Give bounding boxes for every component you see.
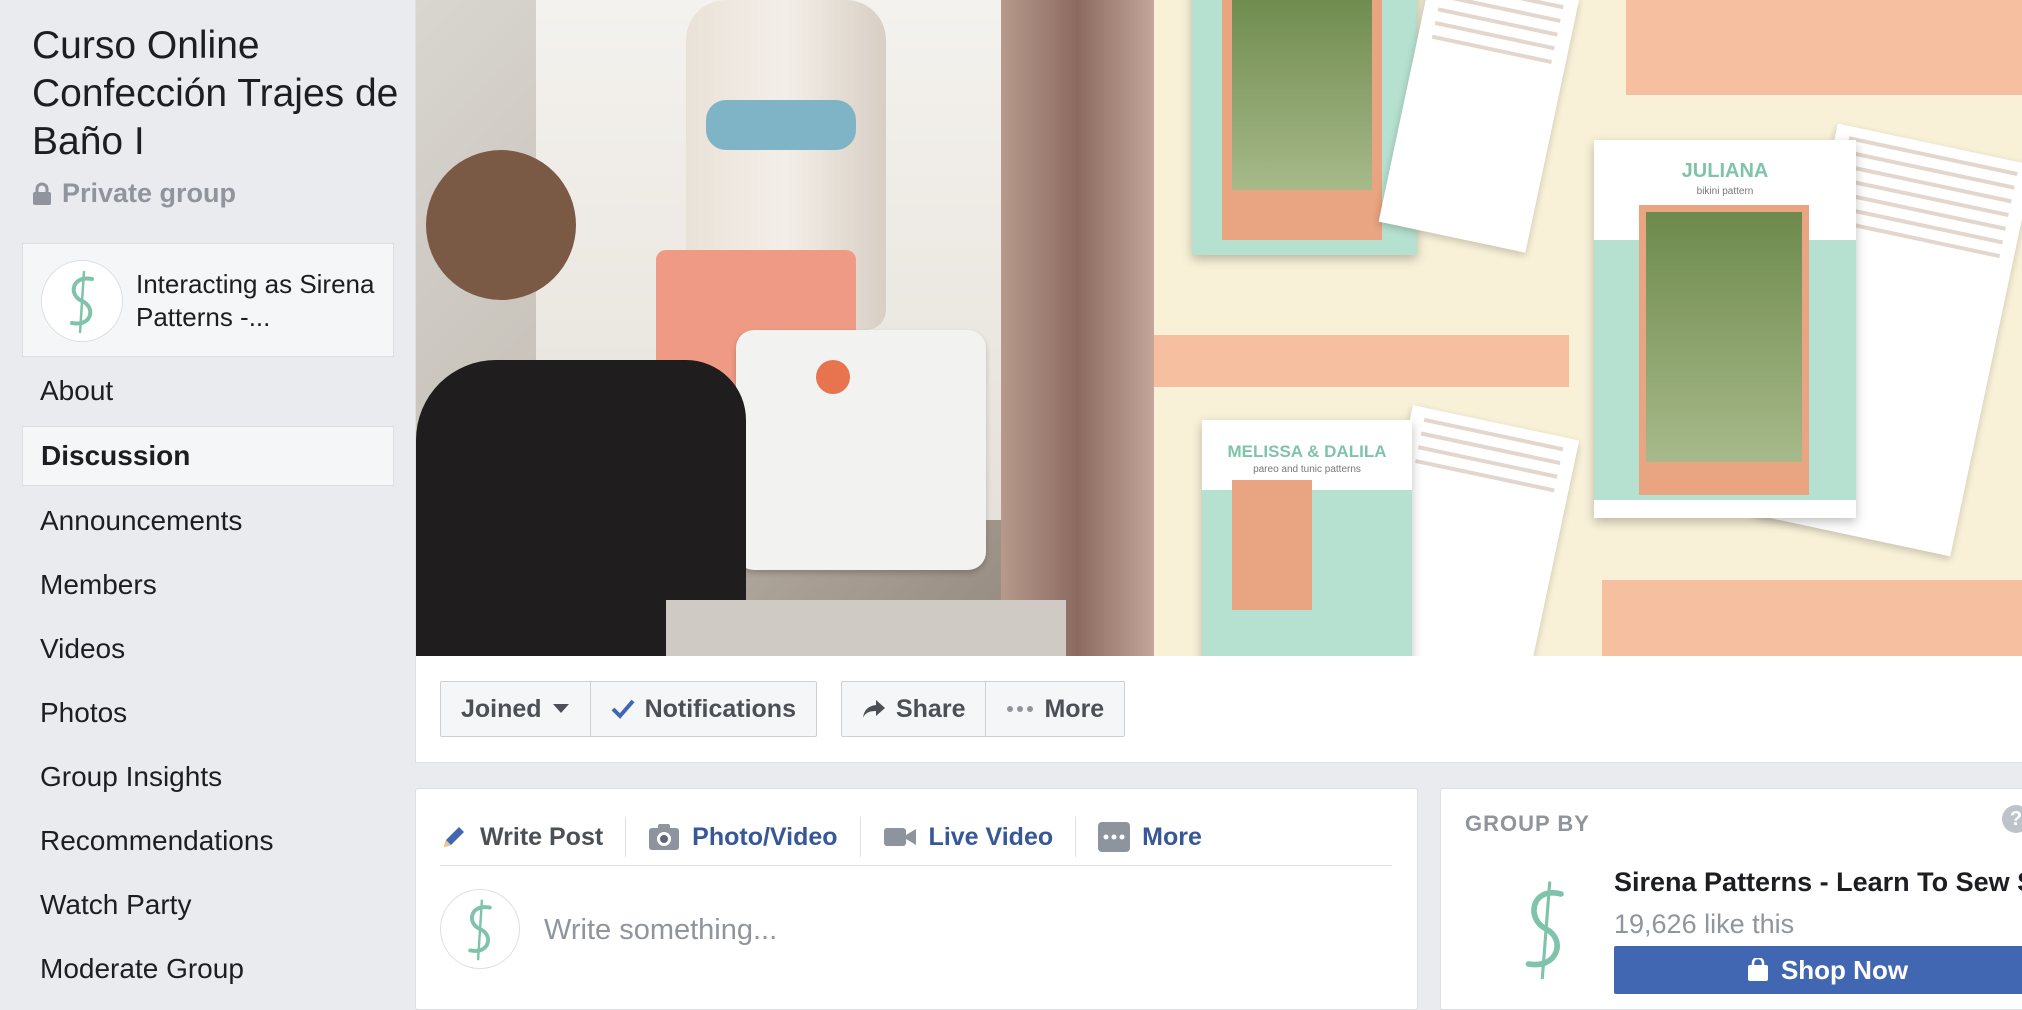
tab-write-post[interactable]: Write Post: [440, 817, 627, 857]
sirena-logo-icon: [468, 899, 492, 961]
shopping-bag-icon: [1747, 958, 1768, 981]
nav-discussion[interactable]: Discussion: [22, 426, 394, 486]
group-nav: About Discussion Announcements Members V…: [22, 362, 394, 1004]
camera-icon: [649, 824, 680, 850]
nav-about[interactable]: About: [22, 362, 394, 420]
nav-moderate-group[interactable]: Moderate Group: [22, 940, 394, 998]
nav-photos[interactable]: Photos: [22, 684, 394, 742]
interacting-as-switcher[interactable]: Interacting as Sirena Patterns -...: [22, 243, 394, 357]
juliana-title: JULIANA: [1681, 160, 1769, 182]
sirena-logo-icon: [1525, 881, 1564, 980]
write-something-input[interactable]: Write something...: [544, 914, 777, 947]
melissa-title: MELISSA & DALILA: [1227, 442, 1387, 461]
share-label: Share: [895, 694, 966, 723]
page-avatar: [41, 260, 123, 342]
left-sidebar: Curso Online Confección Trajes de Baño I…: [0, 0, 415, 996]
checkmark-icon: [611, 699, 635, 719]
nav-watch-party[interactable]: Watch Party: [22, 876, 394, 934]
share-button-group: Share More: [840, 681, 1126, 737]
notifications-label: Notifications: [644, 694, 796, 723]
group-by-title: GROUP BY: [1465, 811, 1590, 836]
nav-videos[interactable]: Videos: [22, 620, 394, 678]
group-title[interactable]: Curso Online Confección Trajes de Baño I: [32, 22, 402, 166]
melissa-subtitle: pareo and tunic patterns: [1253, 464, 1361, 475]
more-dots-icon: [1098, 822, 1131, 852]
photo-video-label: Photo/Video: [692, 822, 838, 851]
more-tab-label: More: [1142, 822, 1202, 851]
help-icon[interactable]: ?: [2002, 805, 2022, 833]
composer-avatar: [440, 889, 520, 969]
ellipsis-icon: [1007, 706, 1034, 712]
post-composer: Write Post Photo/Video Live Video More W…: [415, 788, 1418, 1010]
composer-tabs: Write Post Photo/Video Live Video More: [440, 809, 1392, 866]
nav-members[interactable]: Members: [22, 556, 394, 614]
shop-now-label: Shop Now: [1780, 954, 1909, 985]
sirena-logo-icon: [70, 270, 94, 334]
write-post-label: Write Post: [480, 822, 604, 851]
cover-photo-patterns: JULIANA bikini pattern MELISSA & DALILA …: [1154, 0, 2022, 656]
interacting-as-text: Interacting as Sirena Patterns -...: [136, 269, 375, 332]
page-logo[interactable]: [1496, 874, 1596, 984]
pencil-icon: [444, 827, 464, 847]
more-label: More: [1044, 694, 1105, 723]
membership-button-group: Joined Notifications: [440, 681, 817, 737]
joined-button[interactable]: Joined: [441, 682, 591, 736]
privacy-label: Private group: [32, 178, 236, 209]
joined-label: Joined: [461, 694, 542, 723]
more-button[interactable]: More: [986, 682, 1124, 736]
page-name-link[interactable]: Sirena Patterns - Learn To Sew S: [1614, 867, 2022, 898]
caret-down-icon: [552, 704, 569, 713]
page-likes: 19,626 like this: [1614, 909, 1795, 939]
cover-photo[interactable]: JULIANA bikini pattern MELISSA & DALILA …: [416, 0, 2022, 656]
nav-recommendations[interactable]: Recommendations: [22, 812, 394, 870]
tab-photo-video[interactable]: Photo/Video: [626, 817, 861, 857]
tab-more[interactable]: More: [1076, 817, 1224, 857]
lock-icon: [33, 182, 51, 205]
nav-announcements[interactable]: Announcements: [22, 492, 394, 550]
notifications-button[interactable]: Notifications: [591, 682, 816, 736]
shop-now-button[interactable]: Shop Now: [1614, 946, 2022, 994]
live-video-label: Live Video: [928, 822, 1054, 851]
tab-live-video[interactable]: Live Video: [861, 817, 1077, 857]
group-action-bar: Joined Notifications Share More: [440, 681, 1126, 737]
nav-group-insights[interactable]: Group Insights: [22, 748, 394, 806]
group-header-card: JULIANA bikini pattern MELISSA & DALILA …: [415, 0, 2022, 763]
share-button[interactable]: Share: [842, 682, 987, 736]
juliana-subtitle: bikini pattern: [1696, 186, 1754, 197]
video-camera-icon: [883, 828, 916, 846]
share-arrow-icon: [862, 700, 885, 718]
group-by-panel: GROUP BY ? Sirena Patterns - Learn To Se…: [1440, 788, 2022, 1010]
privacy-text: Private group: [62, 178, 237, 208]
cover-photo-sewing-scene: [416, 0, 1154, 656]
